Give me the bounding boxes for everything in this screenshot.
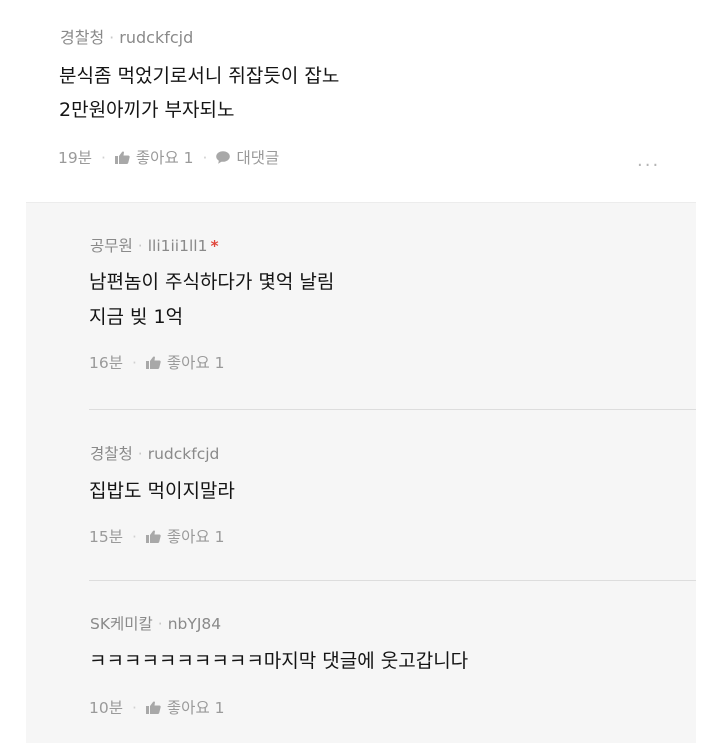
reply-meta: 경찰청 · rudckfcjd xyxy=(90,444,219,464)
comment-thread: 경찰청 · rudckfcjd 분식좀 먹었기로서니 쥐잡듯이 잡노 2만원아끼가 … xyxy=(0,0,720,743)
author-id[interactable]: nbYJ84 xyxy=(168,615,221,633)
reply-meta: 공무원 · lli1ii1ll1 * xyxy=(90,236,219,256)
author-name[interactable]: 경찰청 xyxy=(60,28,104,47)
reply-text-line-2: 지금 빚 1억 xyxy=(89,306,184,328)
reply-actions: 15분 · 좋아요 1 xyxy=(89,527,225,547)
thumbs-up-icon xyxy=(145,356,161,369)
author-name[interactable]: 공무원 xyxy=(90,237,133,255)
reply-meta: SK케미칼 · nbYJ84 xyxy=(90,614,221,634)
comment-time: 19분 xyxy=(58,149,92,167)
reply-divider xyxy=(89,580,696,581)
action-separator: · xyxy=(202,149,208,167)
reply-text-line-1: 집밥도 먹이지말라 xyxy=(89,480,235,502)
reply-text-line-1: 남편놈이 주식하다가 몇억 날림 xyxy=(89,271,335,293)
author-id[interactable]: rudckfcjd xyxy=(119,28,193,47)
author-badge: * xyxy=(210,237,219,255)
author-name[interactable]: SK케미칼 xyxy=(90,615,153,633)
reply-time: 15분 xyxy=(89,528,123,546)
author-id[interactable]: rudckfcjd xyxy=(148,445,220,463)
author-name[interactable]: 경찰청 xyxy=(90,445,133,463)
meta-separator: · xyxy=(137,237,143,255)
reply-label: 대댓글 xyxy=(236,149,280,167)
more-dots-icon[interactable]: ... xyxy=(637,152,660,170)
meta-separator: · xyxy=(157,615,163,633)
reply-button[interactable]: 대댓글 xyxy=(216,148,279,168)
thumbs-up-icon xyxy=(145,530,161,543)
speech-bubble-icon xyxy=(216,151,231,164)
like-count-label: 좋아요 1 xyxy=(166,354,225,372)
thumbs-up-icon xyxy=(114,151,130,164)
reply-actions: 10분 · 좋아요 1 xyxy=(89,698,225,718)
comment-meta: 경찰청 · rudckfcjd xyxy=(60,28,193,48)
meta-separator: · xyxy=(109,28,115,47)
action-separator: · xyxy=(131,699,137,717)
action-separator: · xyxy=(100,149,106,167)
author-id[interactable]: lli1ii1ll1 xyxy=(148,237,208,255)
like-button[interactable]: 좋아요 1 xyxy=(145,698,225,718)
like-button[interactable]: 좋아요 1 xyxy=(145,353,225,373)
like-button[interactable]: 좋아요 1 xyxy=(145,527,225,547)
like-button[interactable]: 좋아요 1 xyxy=(114,148,194,168)
like-count-label: 좋아요 1 xyxy=(166,528,225,546)
reply-actions: 16분 · 좋아요 1 xyxy=(89,353,225,373)
meta-separator: · xyxy=(137,445,143,463)
comment-text-line-2: 2만원아끼가 부자되노 xyxy=(59,99,235,121)
comment-actions: 19분 · 좋아요 1 · 대댓글 xyxy=(58,148,279,168)
main-comment: 경찰청 · rudckfcjd 분식좀 먹었기로서니 쥐잡듯이 잡노 2만원아끼가 … xyxy=(0,0,720,202)
reply-time: 16분 xyxy=(89,354,123,372)
action-separator: · xyxy=(131,354,137,372)
reply-time: 10분 xyxy=(89,699,123,717)
reply-text-line-1: ㅋㅋㅋㅋㅋㅋㅋㅋㅋㅋ마지막 댓글에 웃고갑니다 xyxy=(89,650,469,672)
comment-text-line-1: 분식좀 먹었기로서니 쥐잡듯이 잡노 xyxy=(59,65,340,87)
reply-divider xyxy=(89,409,696,410)
like-count-label: 좋아요 1 xyxy=(135,149,194,167)
like-count-label: 좋아요 1 xyxy=(166,699,225,717)
thumbs-up-icon xyxy=(145,701,161,714)
action-separator: · xyxy=(131,528,137,546)
